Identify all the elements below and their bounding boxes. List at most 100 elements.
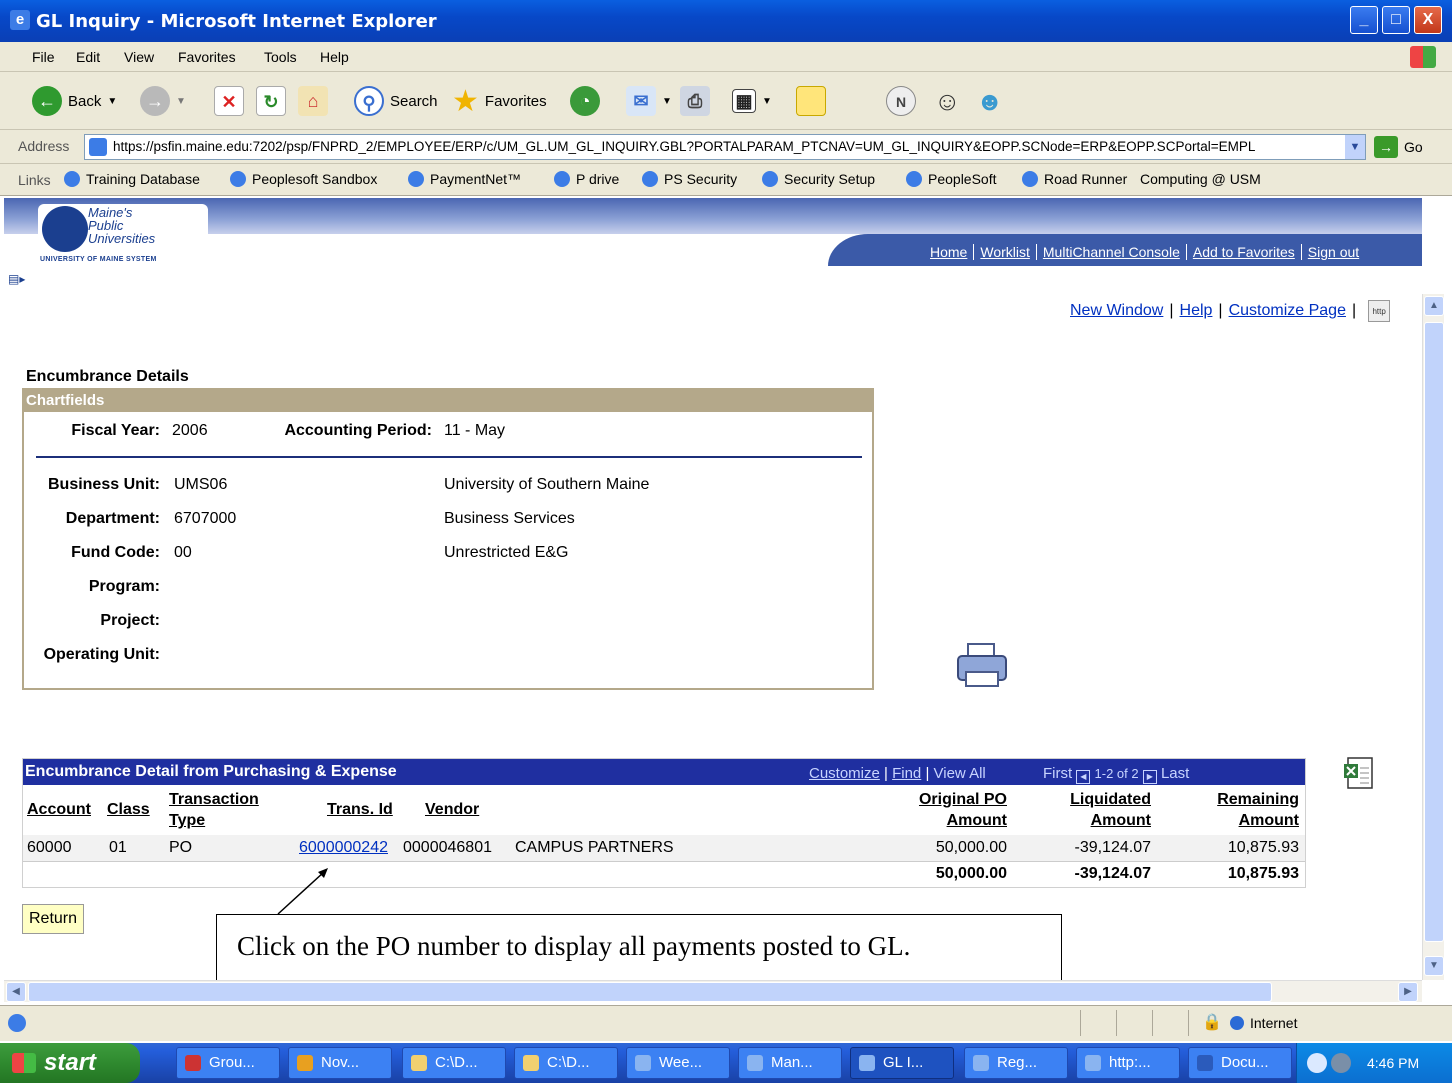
ie-page-icon xyxy=(554,171,570,187)
taskbar-item[interactable]: Reg... xyxy=(964,1047,1068,1079)
grid-find-link[interactable]: Find xyxy=(892,765,921,782)
buddies-button[interactable]: ☻ xyxy=(976,84,1003,118)
link-computing-usm[interactable]: Computing @ USM xyxy=(1140,171,1261,187)
address-url[interactable]: https://psfin.maine.edu:7202/psp/FNPRD_2… xyxy=(113,139,1343,154)
contact-button[interactable]: ☺ xyxy=(934,84,961,118)
col-liquidated-2[interactable]: Amount xyxy=(1051,810,1151,831)
minimize-button[interactable]: _ xyxy=(1350,6,1378,34)
edit-button[interactable]: ▦ ▼ xyxy=(732,84,772,118)
help-link[interactable]: Help xyxy=(1180,302,1213,319)
col-remaining-2[interactable]: Amount xyxy=(1199,810,1299,831)
fund-code-value: 00 xyxy=(174,544,192,561)
col-transaction-type-2[interactable]: Type xyxy=(169,810,205,831)
maximize-button[interactable]: □ xyxy=(1382,6,1410,34)
print-button[interactable]: ⎙ xyxy=(680,84,710,118)
taskbar-item[interactable]: C:\D... xyxy=(402,1047,506,1079)
search-button[interactable]: ⚲ Search xyxy=(354,84,438,118)
vertical-scrollbar[interactable]: ▲ ▼ xyxy=(1422,294,1444,980)
link-paymentnet[interactable]: PaymentNet™ xyxy=(408,171,521,187)
back-button[interactable]: ← Back ▼ xyxy=(32,84,117,118)
printer-icon[interactable] xyxy=(954,642,1010,690)
col-transaction-type[interactable]: Transaction xyxy=(169,789,259,810)
links-label: Links xyxy=(18,172,51,188)
stop-button[interactable]: ✕ xyxy=(214,84,244,118)
taskbar-item[interactable]: C:\D... xyxy=(514,1047,618,1079)
col-original-po[interactable]: Original PO xyxy=(907,789,1007,810)
col-liquidated[interactable]: Liquidated xyxy=(1051,789,1151,810)
grid-last[interactable]: Last xyxy=(1161,765,1189,782)
app-icon xyxy=(297,1055,313,1071)
menu-file[interactable]: File xyxy=(32,49,55,65)
scroll-thumb-horizontal[interactable] xyxy=(28,982,1272,1002)
menu-view[interactable]: View xyxy=(124,49,154,65)
grid-view-all[interactable]: View All xyxy=(934,765,986,782)
nav-worklist[interactable]: Worklist xyxy=(973,244,1036,260)
taskbar-item[interactable]: Man... xyxy=(738,1047,842,1079)
refresh-button[interactable]: ↻ xyxy=(256,84,286,118)
taskbar-item[interactable]: http:... xyxy=(1076,1047,1180,1079)
download-excel-icon[interactable] xyxy=(1342,756,1376,790)
chevron-down-icon: ▼ xyxy=(107,95,118,107)
favorites-button[interactable]: ★ Favorites xyxy=(452,84,547,118)
taskbar-item[interactable]: Grou... xyxy=(176,1047,280,1079)
customize-page-link[interactable]: Customize Page xyxy=(1229,302,1346,319)
nav-multichannel-console[interactable]: MultiChannel Console xyxy=(1035,244,1186,260)
menu-tools[interactable]: Tools xyxy=(264,49,297,65)
http-link-icon[interactable]: http xyxy=(1368,300,1391,322)
start-button[interactable]: start xyxy=(0,1043,140,1083)
scroll-down-icon[interactable]: ▼ xyxy=(1424,956,1444,976)
link-peoplesoft[interactable]: PeopleSoft xyxy=(906,171,997,187)
col-account[interactable]: Account xyxy=(27,799,91,820)
previous-icon[interactable]: ◀ xyxy=(1076,770,1091,784)
taskbar-item-active[interactable]: GL I... xyxy=(850,1047,954,1079)
menu-help[interactable]: Help xyxy=(320,49,349,65)
go-button[interactable]: → Go xyxy=(1374,136,1423,158)
scroll-up-icon[interactable]: ▲ xyxy=(1424,296,1444,316)
link-security-setup[interactable]: Security Setup xyxy=(762,171,875,187)
return-button[interactable]: Return xyxy=(22,904,85,934)
nav-sign-out[interactable]: Sign out xyxy=(1300,244,1365,260)
history-button[interactable]: ◔ xyxy=(570,84,600,118)
task-label: GL I... xyxy=(883,1054,924,1071)
taskbar-item[interactable]: Docu... xyxy=(1188,1047,1292,1079)
new-window-link[interactable]: New Window xyxy=(1070,302,1163,319)
close-button[interactable]: X xyxy=(1414,6,1442,34)
link-peoplesoft-sandbox[interactable]: Peoplesoft Sandbox xyxy=(230,171,377,187)
horizontal-scrollbar[interactable]: ◀ ▶ xyxy=(4,980,1422,1002)
nav-add-to-favorites[interactable]: Add to Favorites xyxy=(1185,244,1301,260)
home-button[interactable]: ⌂ xyxy=(298,84,328,118)
col-class[interactable]: Class xyxy=(107,799,150,820)
scroll-thumb[interactable] xyxy=(1424,322,1444,942)
tray-network-icon[interactable] xyxy=(1331,1053,1351,1073)
grid-customize-link[interactable]: Customize xyxy=(809,765,880,782)
nav-home[interactable]: Home xyxy=(924,244,973,260)
taskbar-item[interactable]: Wee... xyxy=(626,1047,730,1079)
clock[interactable]: 4:46 PM xyxy=(1367,1055,1419,1071)
col-vendor[interactable]: Vendor xyxy=(425,799,479,820)
next-icon[interactable]: ▶ xyxy=(1142,770,1157,784)
menu-toggle-icon[interactable]: ▤▸ xyxy=(8,272,25,286)
po-number-link[interactable]: 6000000242 xyxy=(299,839,388,857)
col-trans-id[interactable]: Trans. Id xyxy=(327,799,393,820)
messenger-button[interactable]: N xyxy=(886,84,916,118)
col-original-po-2[interactable]: Amount xyxy=(907,810,1007,831)
scroll-right-icon[interactable]: ▶ xyxy=(1398,982,1418,1002)
app-icon xyxy=(185,1055,201,1071)
taskbar-item[interactable]: Nov... xyxy=(288,1047,392,1079)
address-input[interactable]: https://psfin.maine.edu:7202/psp/FNPRD_2… xyxy=(84,134,1366,160)
col-remaining[interactable]: Remaining xyxy=(1199,789,1299,810)
link-ps-security[interactable]: PS Security xyxy=(642,171,737,187)
menu-edit[interactable]: Edit xyxy=(76,49,100,65)
mail-button[interactable]: ✉ ▼ xyxy=(626,84,672,118)
link-road-runner[interactable]: Road Runner xyxy=(1022,171,1127,187)
tray-arrow-icon[interactable] xyxy=(1307,1053,1327,1073)
chevron-down-icon[interactable]: ▼ xyxy=(1345,135,1365,159)
notes-button[interactable] xyxy=(796,84,826,118)
page-viewport: Maine's Public Universities UNIVERSITY O… xyxy=(4,198,1422,980)
menu-favorites[interactable]: Favorites xyxy=(178,49,236,65)
link-p-drive[interactable]: P drive xyxy=(554,171,619,187)
grid-first[interactable]: First xyxy=(1043,765,1072,782)
scroll-left-icon[interactable]: ◀ xyxy=(6,982,26,1002)
link-training-database[interactable]: Training Database xyxy=(64,171,200,187)
forward-button[interactable]: → ▼ xyxy=(140,84,186,118)
